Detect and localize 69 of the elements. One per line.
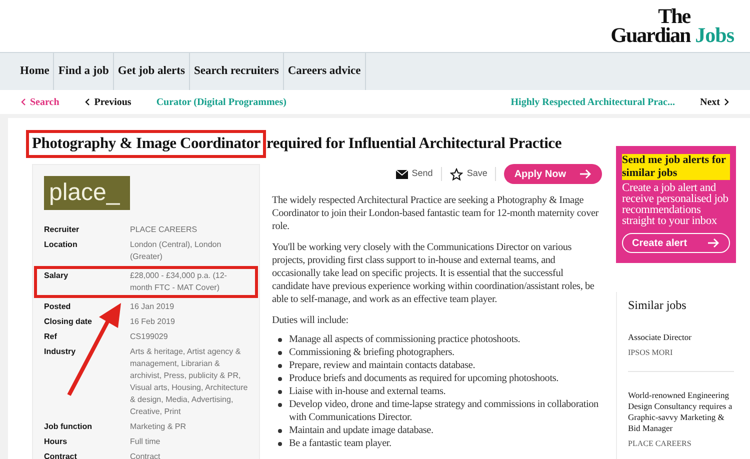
bullet-icon: [278, 338, 282, 342]
duty-item: Liaise with in-house and external teams.: [289, 385, 446, 398]
detail-label: Salary: [44, 270, 70, 282]
duty-item: Maintain and update image database.: [289, 424, 434, 437]
job-title: required for Influential Architectural Practice: [265, 134, 563, 154]
detail-value: Contract: [130, 451, 162, 459]
detail-label: Job function: [44, 421, 93, 433]
detail-value: CS199029: [130, 331, 169, 343]
nav-link[interactable]: Home: [16, 53, 54, 90]
star-icon: [450, 168, 463, 180]
duty-item: Develop video, drone and time-lapse strategy and commissions in collaboration with Communications Director.: [289, 398, 600, 424]
job-title: Photography & Image Coordinator: [26, 130, 266, 158]
duty-item: Produce briefs and documents as required for upcoming photoshoots.: [289, 372, 558, 385]
duty-item: Prepare, review and maintain contacts database.: [289, 359, 476, 372]
detail-value: 16 Feb 2019: [130, 316, 176, 328]
next-link[interactable]: Next: [700, 94, 730, 110]
nav-link[interactable]: Find a job: [54, 53, 114, 90]
arrow-right-icon: [708, 238, 720, 248]
create-alert-button[interactable]: Create alert: [622, 233, 730, 253]
back-to-search-link[interactable]: Search: [20, 94, 60, 110]
similar-job-link[interactable]: Associate Director: [628, 332, 734, 343]
detail-label: Ref: [44, 331, 58, 343]
similar-job-link[interactable]: World-renowned Engineering Design Consultancy requires a Graphic-savvy Marketing & Bid Manager: [628, 390, 734, 434]
description-paragraph: Duties will include:: [272, 314, 350, 327]
duty-item: Commissioning & briefing photographers.: [289, 346, 454, 359]
bullet-icon: [278, 442, 282, 446]
bullet-icon: [278, 377, 282, 381]
detail-value: Marketing & PR: [130, 421, 188, 433]
chevron-left-icon: [20, 98, 26, 106]
detail-label: Contract: [44, 451, 78, 459]
description-paragraph: The widely respected Architectural Practice are seeking a Photography & Image Coordinator to join their London-based fantastic team for 12-month maternity cover role.: [272, 194, 600, 233]
guardian-jobs-logo[interactable]: The Guardian Jobs: [610, 7, 734, 45]
detail-value: £28,000 - £34,000 p.a. (12-month FTC - MAT Cover): [130, 270, 228, 294]
chevron-left-icon: [84, 98, 90, 106]
alert-description: Create a job alert and receive personalised job recommendations straight to your inbox: [622, 183, 730, 227]
recruiter-logo[interactable]: place_: [44, 176, 130, 210]
nav-link[interactable]: Careers advice: [284, 53, 366, 90]
duty-item: Be a fantastic team player.: [289, 437, 392, 450]
similar-jobs-heading: Similar jobs: [628, 297, 688, 314]
send-button[interactable]: Send: [396, 167, 442, 181]
company-name: IPSOS MORI: [628, 347, 674, 359]
bullet-icon: [278, 390, 282, 394]
detail-value: Arts & heritage, Artist agency & management, Librarian & archivist, Press, publicity & PR, Visual arts, Housing, Architecture & design, Media, Advertising, Creative, Print: [130, 346, 248, 418]
detail-label: Recruiter: [44, 224, 80, 236]
nav-link[interactable]: Get job alerts: [114, 53, 190, 90]
previous-link[interactable]: Previous: [84, 94, 132, 110]
bullet-icon: [278, 351, 282, 355]
detail-label: Hours: [44, 436, 68, 448]
detail-value: Full time: [130, 436, 162, 448]
nav-link[interactable]: Search recruiters: [190, 53, 284, 90]
detail-value: 16 Jan 2019: [130, 301, 176, 313]
detail-value: London (Central), London (Greater): [130, 239, 222, 263]
company-name: PLACE CAREERS: [628, 438, 692, 450]
detail-label: Closing date: [44, 316, 94, 328]
detail-label: Location: [44, 239, 78, 251]
bullet-icon: [278, 429, 282, 433]
detail-label: Posted: [44, 301, 72, 313]
description-paragraph: You'll be working very closely with the Communications Director on various projects, providing first class support to in-house and external teams, and occasionally take lead on specific projects. It is essential that the successful candidate have previous experience working within coordination/assistant roles, be able to self-manage, and work as an effective team player.: [272, 241, 596, 306]
bullet-icon: [278, 403, 282, 407]
save-button[interactable]: Save: [450, 167, 496, 181]
bullet-icon: [278, 364, 282, 368]
detail-value: PLACE CAREERS: [130, 224, 198, 236]
apply-now-button[interactable]: Apply Now: [504, 164, 602, 184]
detail-label: Industry: [44, 346, 77, 358]
chevron-right-icon: [724, 98, 730, 106]
envelope-icon: [396, 170, 408, 178]
alert-heading: Send me job alerts for similar jobs: [622, 154, 730, 180]
duty-item: Manage all aspects of commissioning practice photoshoots.: [289, 333, 520, 346]
arrow-right-icon: [580, 169, 592, 179]
